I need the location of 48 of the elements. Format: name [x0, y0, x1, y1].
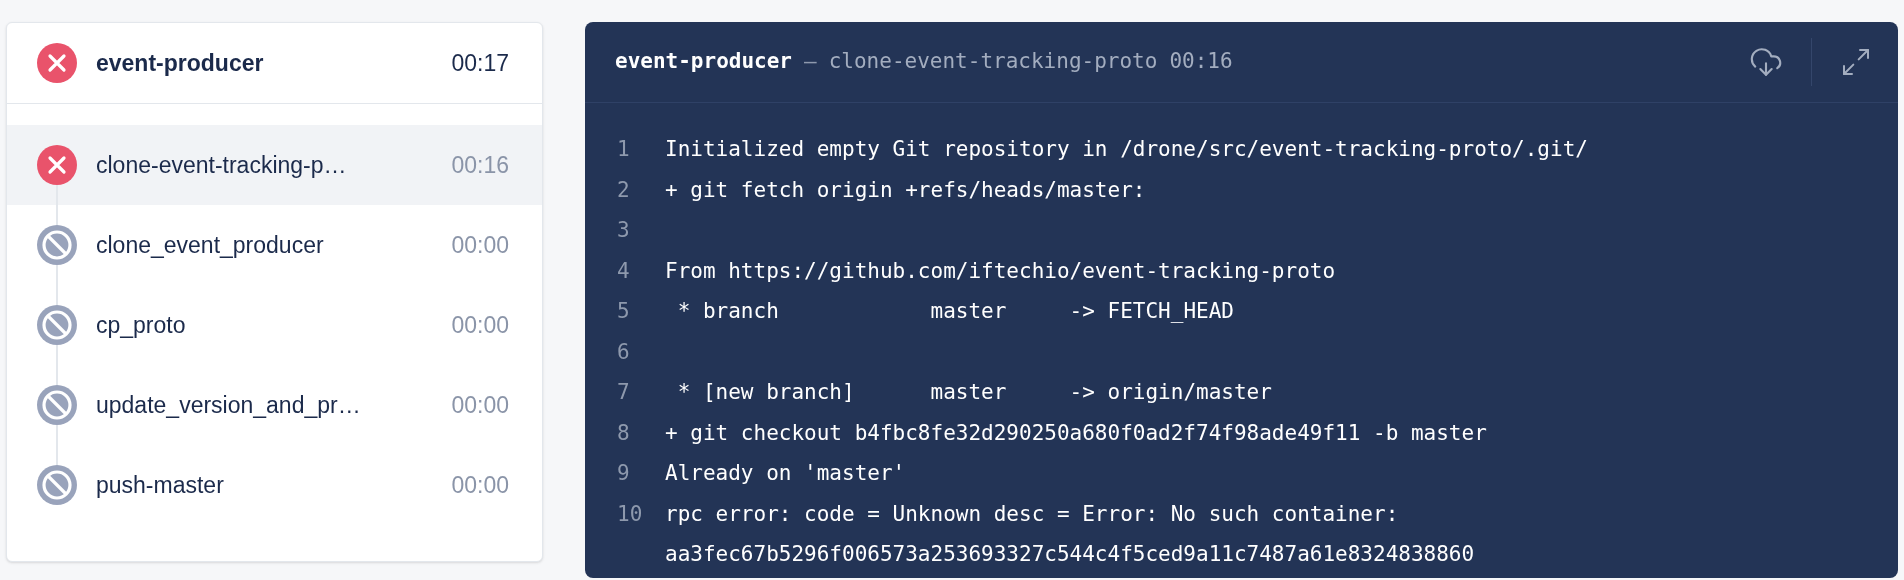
line-number: 5 [616, 298, 631, 325]
step-duration: 00:00 [451, 470, 509, 500]
log-duration: 00:16 [1169, 48, 1233, 76]
error-icon [37, 43, 77, 83]
error-icon [37, 145, 77, 185]
log-line: * branch master -> FETCH_HEAD [676, 298, 1234, 325]
step-item[interactable]: cp_proto 00:00 [7, 285, 542, 365]
step-name: cp_proto [96, 310, 186, 340]
skipped-icon [37, 385, 77, 425]
line-number: 4 [616, 257, 631, 285]
stage-header[interactable]: event-producer 00:17 [7, 23, 542, 104]
step-duration: 00:00 [451, 310, 509, 340]
skipped-icon [37, 225, 77, 265]
log-line: Already on 'master' [665, 460, 906, 487]
line-number: 2 [616, 176, 631, 204]
stage-name: event-producer [96, 48, 264, 78]
step-item[interactable]: push-master 00:00 [7, 445, 542, 525]
step-item[interactable]: update_version_and_pr… 00:00 [7, 365, 542, 445]
log-stage-name: event-producer [615, 48, 792, 76]
step-name: clone-event-tracking-p… [96, 150, 347, 180]
line-number: 8 [616, 419, 631, 447]
line-number: 7 [616, 379, 631, 406]
log-line: * [new branch] master -> origin/master [676, 379, 1272, 406]
separator-dash: — [804, 48, 817, 76]
step-duration: 00:00 [451, 390, 509, 420]
log-line: From https://github.com/iftechio/event-tracking-proto [665, 257, 1336, 285]
log-line: Initialized empty Git repository in /drone/src/event-tracking-proto/.git/ [665, 136, 1588, 163]
step-name: update_version_and_pr… [96, 390, 361, 420]
log-line: rpc error: code = Unknown desc = Error: No such container: aa3fec67b5296f006573a253693327c544c4f5ced9a11c7487a61e8324838860 [665, 500, 1476, 568]
skipped-icon [37, 305, 77, 345]
log-step-name: clone-event-tracking-proto [828, 48, 1158, 76]
line-number: 1 [616, 136, 631, 163]
line-number: 10 [616, 500, 644, 528]
expand-icon [1840, 46, 1872, 78]
step-duration: 00:00 [451, 230, 509, 260]
step-duration: 00:16 [451, 150, 509, 180]
cloud-download-icon [1749, 45, 1783, 79]
line-number: 9 [616, 460, 631, 487]
line-number: 3 [616, 217, 631, 244]
step-name: clone_event_producer [96, 230, 324, 260]
step-item[interactable]: clone-event-tracking-p… 00:16 [7, 125, 542, 205]
step-name: push-master [96, 470, 224, 500]
step-item[interactable]: clone_event_producer 00:00 [7, 205, 542, 285]
skipped-icon [37, 465, 77, 505]
stage-duration: 00:17 [451, 48, 510, 78]
log-line: + git fetch origin +refs/heads/master: [665, 176, 1146, 204]
log-line: + git checkout b4fbc8fe32d290250a680f0ad2f74f98ade49f11 -b master [665, 419, 1487, 447]
line-number: 6 [616, 338, 631, 366]
